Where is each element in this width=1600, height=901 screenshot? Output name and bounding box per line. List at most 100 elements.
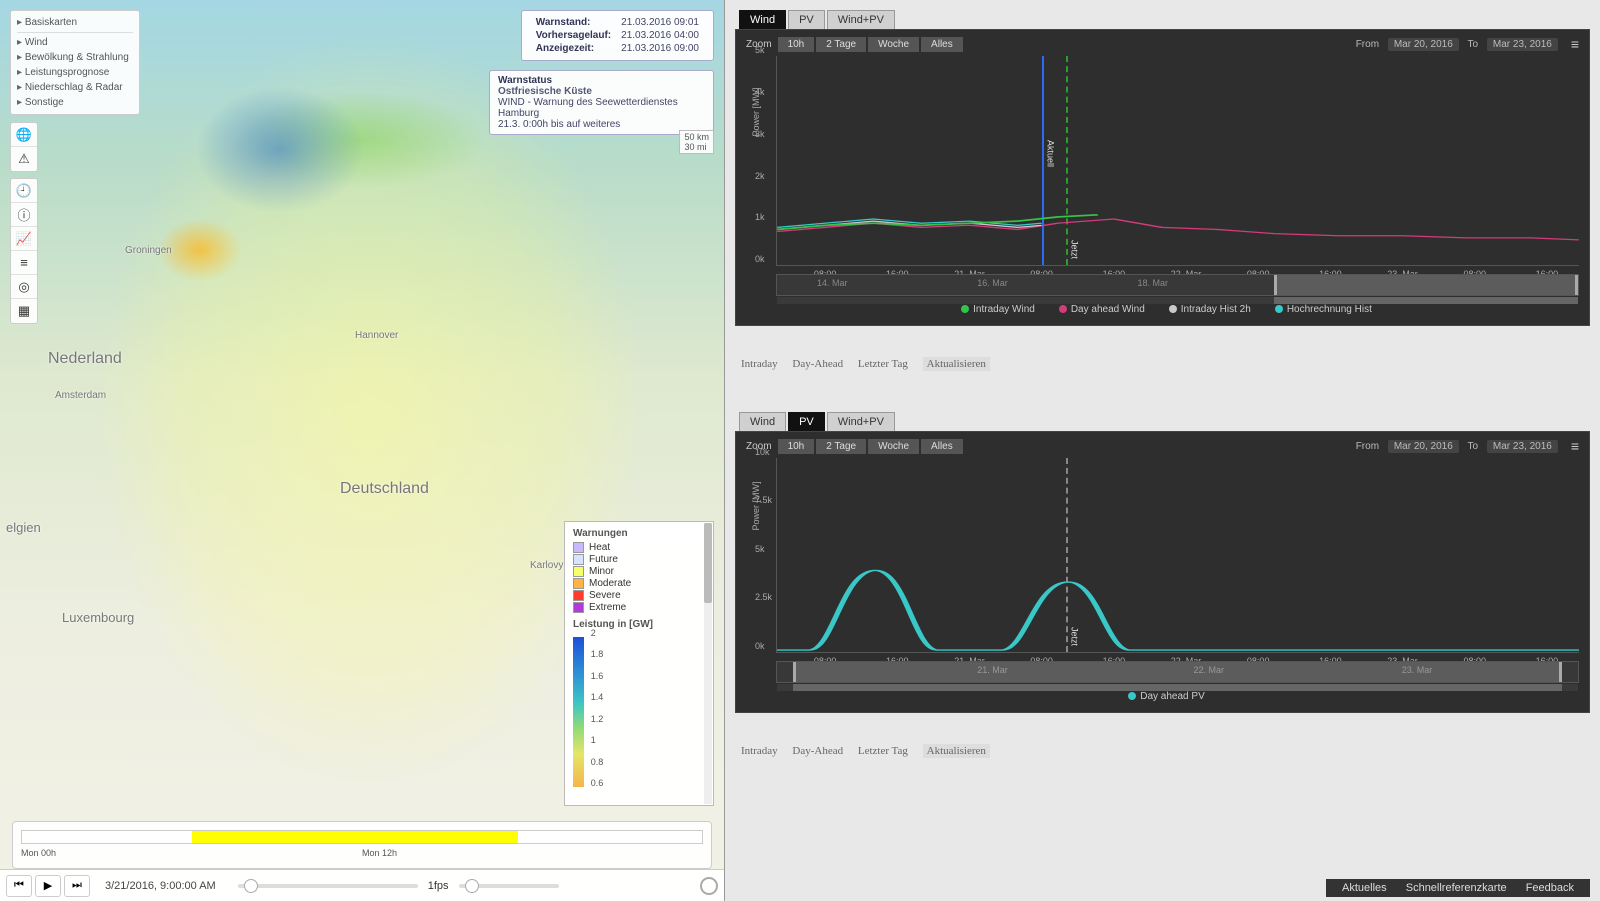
chart1-sublinks: Intraday Day-Ahead Letzter Tag Aktualisi… (735, 356, 1590, 372)
info-icon[interactable]: ⓘ (11, 203, 37, 227)
from-date[interactable]: Mar 20, 2016 (1388, 38, 1459, 51)
map-panel[interactable]: Nederland Deutschland Luxembourg Amsterd… (0, 0, 725, 901)
from-label: From (1356, 39, 1379, 50)
warnstand-label: Warnstand: (532, 17, 615, 28)
place-nederland: Nederland (48, 350, 122, 368)
legend-level: Extreme (573, 602, 705, 613)
link2-intraday[interactable]: Intraday (741, 745, 778, 757)
link2-aktualisieren[interactable]: Aktualisieren (923, 744, 990, 758)
speed-slider-2[interactable] (459, 884, 559, 888)
layer-clouds[interactable]: Bewölkung & Strahlung (17, 50, 133, 65)
zoom2-2tage[interactable]: 2 Tage (816, 439, 866, 454)
chart2-menu-icon[interactable]: ≡ (1571, 438, 1579, 454)
footer-aktuelles[interactable]: Aktuelles (1342, 882, 1387, 894)
chart-icon[interactable]: 📈 (11, 227, 37, 251)
chart2-navigator[interactable]: 21. Mar 22. Mar 23. Mar (776, 661, 1579, 683)
list-icon[interactable]: ≡ (11, 251, 37, 275)
to-label: To (1468, 39, 1479, 50)
anzeigezeit-label: Anzeigezeit: (532, 43, 615, 54)
warning-icon[interactable]: ⚠ (11, 147, 37, 171)
playback-controls: ⏮ ▶ ⏭ 3/21/2016, 9:00:00 AM 1fps (0, 869, 724, 901)
tab-windpv[interactable]: Wind+PV (827, 10, 895, 29)
target-icon[interactable]: ◎ (11, 275, 37, 299)
footer-feedback[interactable]: Feedback (1526, 882, 1574, 894)
warn-text1: WIND - Warnung des Seewetterdienstes Ham… (498, 97, 705, 119)
legend-level: Severe (573, 590, 705, 601)
zoom-10h[interactable]: 10h (778, 37, 815, 52)
link-letztertag[interactable]: Letzter Tag (858, 358, 908, 370)
chart1-svg (777, 56, 1579, 265)
globe-icon[interactable]: 🌐 (11, 123, 37, 147)
warn-region: Ostfriesische Küste (498, 86, 705, 97)
chart-menu-icon[interactable]: ≡ (1571, 36, 1579, 52)
vorhersage-label: Vorhersagelauf: (532, 30, 615, 41)
layer-other[interactable]: Sonstige (17, 95, 133, 110)
legend-box: Warnungen HeatFutureMinorModerateSevereE… (564, 521, 714, 806)
grid-icon[interactable]: ▦ (11, 299, 37, 323)
legend-level: Moderate (573, 578, 705, 589)
scale-box: 50 km 30 mi (679, 130, 714, 154)
timeline-track[interactable] (21, 830, 703, 844)
warn-status-box: Warnstatus Ostfriesische Küste WIND - Wa… (489, 70, 714, 135)
zoom2-woche[interactable]: Woche (868, 439, 919, 454)
vorhersage-value: 21.03.2016 04:00 (617, 30, 703, 41)
link-aktualisieren[interactable]: Aktualisieren (923, 357, 990, 371)
to-date[interactable]: Mar 23, 2016 (1487, 38, 1558, 51)
zoom-woche[interactable]: Woche (868, 37, 919, 52)
from-date2[interactable]: Mar 20, 2016 (1388, 440, 1459, 453)
footer-links: Aktuelles Schnellreferenzkarte Feedback (1326, 879, 1590, 897)
legend-entry[interactable]: Hochrechnung Hist (1267, 304, 1372, 315)
legend-level: Heat (573, 542, 705, 553)
timeline[interactable]: Mon 00h Mon 12h (12, 821, 712, 869)
legend-title: Warnungen (573, 528, 705, 539)
link2-letztertag[interactable]: Letzter Tag (858, 745, 908, 757)
legend-entry[interactable]: Day ahead PV (1120, 691, 1205, 702)
chart1-toolbar: Zoom 10h 2 Tage Woche Alles From Mar 20,… (746, 36, 1579, 52)
tab2-windpv[interactable]: Wind+PV (827, 412, 895, 431)
fps-label: 1fps (428, 880, 449, 892)
legend-scrollbar[interactable] (704, 523, 712, 804)
loop-icon[interactable] (700, 877, 718, 895)
link-intraday[interactable]: Intraday (741, 358, 778, 370)
legend-level: Minor (573, 566, 705, 577)
layer-precip[interactable]: Niederschlag & Radar (17, 80, 133, 95)
speed-slider-1[interactable] (238, 884, 418, 888)
layer-basiskarten[interactable]: Basiskarten (17, 15, 133, 30)
zoom2-alles[interactable]: Alles (921, 439, 963, 454)
nav-scrollbar[interactable] (777, 297, 1578, 304)
legend-entry[interactable]: Intraday Hist 2h (1161, 304, 1251, 315)
clock-icon[interactable]: 🕘 (11, 179, 37, 203)
chart1-plot[interactable]: Power [MW] 0k 1k 2k 3k 4k 5k Aktuell Jet… (776, 56, 1579, 266)
tab-wind[interactable]: Wind (739, 10, 786, 29)
footer-schnellref[interactable]: Schnellreferenzkarte (1406, 882, 1507, 894)
tab-pv[interactable]: PV (788, 10, 825, 29)
legend-entry[interactable]: Intraday Wind (953, 304, 1035, 315)
next-button[interactable]: ⏭ (64, 875, 90, 897)
prev-button[interactable]: ⏮ (6, 875, 32, 897)
layer-forecast[interactable]: Leistungsprognose (17, 65, 133, 80)
zoom-alles[interactable]: Alles (921, 37, 963, 52)
chart2-svg (777, 458, 1579, 652)
tab2-wind[interactable]: Wind (739, 412, 786, 431)
chart1-tabs: Wind PV Wind+PV (735, 10, 1590, 29)
time-info-box: Warnstand:21.03.2016 09:01 Vorhersagelau… (521, 10, 714, 61)
chart2-plot[interactable]: Power [MW] 0k 2.5k 5k 7.5k 10k Jetzt 08:… (776, 458, 1579, 653)
to-date2[interactable]: Mar 23, 2016 (1487, 440, 1558, 453)
chart-wind-container: Wind PV Wind+PV Zoom 10h 2 Tage Woche Al… (735, 10, 1590, 372)
chart2-toolbar: Zoom 10h 2 Tage Woche Alles From Mar 20,… (746, 438, 1579, 454)
zoom-2tage[interactable]: 2 Tage (816, 37, 866, 52)
link2-dayahead[interactable]: Day-Ahead (792, 745, 843, 757)
play-button[interactable]: ▶ (35, 875, 61, 897)
legend-entry[interactable]: Day ahead Wind (1051, 304, 1145, 315)
chart1-navigator[interactable]: 14. Mar 16. Mar 18. Mar (776, 274, 1579, 296)
chart-pv-container: Wind PV Wind+PV Zoom 10h 2 Tage Woche Al… (735, 412, 1590, 759)
chart2-sublinks: Intraday Day-Ahead Letzter Tag Aktualisi… (735, 743, 1590, 759)
zoom2-10h[interactable]: 10h (778, 439, 815, 454)
warnstand-value: 21.03.2016 09:01 (617, 17, 703, 28)
tab2-pv[interactable]: PV (788, 412, 825, 431)
layer-panel: Basiskarten Wind Bewölkung & Strahlung L… (10, 10, 140, 115)
layer-wind[interactable]: Wind (17, 35, 133, 50)
link-dayahead[interactable]: Day-Ahead (792, 358, 843, 370)
nav2-scrollbar[interactable] (777, 684, 1578, 691)
anzeigezeit-value: 21.03.2016 09:00 (617, 43, 703, 54)
